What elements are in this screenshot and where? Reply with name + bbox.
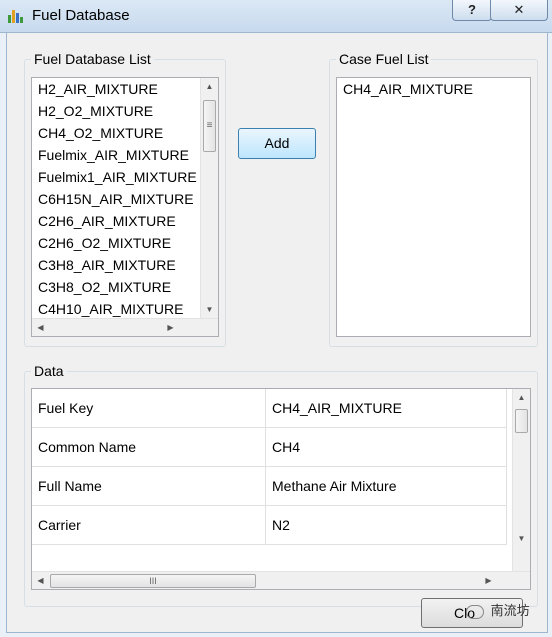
scroll-left-arrow-icon[interactable]: ◀ [32, 572, 49, 589]
scroll-down-arrow-icon[interactable]: ▼ [201, 301, 218, 318]
list-item[interactable]: C6H15N_AIR_MIXTURE [32, 188, 200, 210]
add-button[interactable]: Add [238, 128, 316, 159]
scroll-up-arrow-icon[interactable]: ▲ [201, 78, 218, 95]
case-fuel-listbox[interactable]: CH4_AIR_MIXTURE [336, 77, 531, 337]
table-row[interactable]: Full Name Methane Air Mixture [32, 466, 507, 506]
data-group-label: Data [31, 363, 67, 379]
property-value-cell[interactable]: CH4_AIR_MIXTURE [265, 389, 507, 428]
data-vertical-scrollbar[interactable]: ▲ ▼ [512, 389, 530, 571]
help-button[interactable]: ? [452, 0, 492, 21]
list-item[interactable]: Fuelmix_AIR_MIXTURE [32, 144, 200, 166]
case-fuel-group-label: Case Fuel List [336, 51, 432, 67]
data-grid[interactable]: Fuel Key CH4_AIR_MIXTURE Common Name CH4 Ful… [31, 388, 531, 590]
scroll-thumb[interactable]: ≡ [203, 100, 216, 152]
list-item[interactable]: C2H6_O2_MIXTURE [32, 232, 200, 254]
list-item[interactable]: C2H6_AIR_MIXTURE [32, 210, 200, 232]
table-row[interactable]: Common Name CH4 [32, 427, 507, 467]
table-row[interactable]: Fuel Key CH4_AIR_MIXTURE [32, 389, 507, 428]
scroll-left-arrow-icon[interactable]: ◀ [32, 319, 49, 336]
list-item[interactable]: H2_AIR_MIXTURE [32, 78, 200, 100]
fuel-database-group-label: Fuel Database List [31, 51, 154, 67]
dialog-client-area: Fuel Database List H2_AIR_MIXTURE H2_O2_M… [6, 32, 548, 633]
property-key-cell: Fuel Key [32, 389, 266, 428]
list-item[interactable]: C4H10_AIR_MIXTURE [32, 298, 200, 318]
property-value-cell[interactable]: N2 [265, 505, 507, 545]
scroll-thumb[interactable] [515, 409, 528, 433]
data-table: Fuel Key CH4_AIR_MIXTURE Common Name CH4 Ful… [32, 389, 507, 545]
property-value-cell[interactable]: CH4 [265, 427, 507, 467]
list-item[interactable]: CH4_AIR_MIXTURE [337, 78, 473, 100]
data-horizontal-scrollbar[interactable]: ◀ III ▶ [32, 571, 530, 589]
scroll-up-arrow-icon[interactable]: ▲ [513, 389, 530, 406]
table-row[interactable]: Carrier N2 [32, 505, 507, 545]
window-title: Fuel Database [32, 7, 130, 24]
fuel-list-horizontal-scrollbar[interactable]: ◀ ▶ [32, 318, 218, 336]
scroll-right-arrow-icon[interactable]: ▶ [480, 572, 497, 589]
watermark: 南流坊 [466, 600, 530, 619]
fuel-list-vertical-scrollbar[interactable]: ▲ ≡ ▼ [200, 78, 218, 318]
property-key-cell: Carrier [32, 505, 266, 545]
scroll-down-arrow-icon[interactable]: ▼ [513, 530, 530, 547]
list-item[interactable]: C3H8_O2_MIXTURE [32, 276, 200, 298]
scroll-thumb[interactable]: III [50, 574, 256, 588]
window-close-button[interactable]: ✕ [490, 0, 548, 21]
fuel-database-listbox[interactable]: H2_AIR_MIXTURE H2_O2_MIXTURE CH4_O2_MIXTUR… [31, 77, 219, 337]
property-key-cell: Common Name [32, 427, 266, 467]
case-fuel-group: Case Fuel List CH4_AIR_MIXTURE [329, 51, 538, 347]
list-item[interactable]: H2_O2_MIXTURE [32, 100, 200, 122]
list-item[interactable]: CH4_O2_MIXTURE [32, 122, 200, 144]
list-item[interactable]: Fuelmix1_AIR_MIXTURE [32, 166, 200, 188]
data-group: Data Fuel Key CH4_AIR_MIXTURE Common Name C… [24, 363, 538, 607]
property-key-cell: Full Name [32, 466, 266, 506]
scroll-right-arrow-icon[interactable]: ▶ [162, 319, 179, 336]
chat-bubble-icon [466, 604, 484, 619]
property-value-cell[interactable]: Methane Air Mixture [265, 466, 507, 506]
list-item[interactable]: C3H8_AIR_MIXTURE [32, 254, 200, 276]
bar-chart-icon [8, 9, 24, 23]
title-bar: Fuel Database ? ✕ [0, 0, 552, 33]
fuel-database-group: Fuel Database List H2_AIR_MIXTURE H2_O2_M… [24, 51, 226, 347]
watermark-text: 南流坊 [490, 603, 530, 618]
